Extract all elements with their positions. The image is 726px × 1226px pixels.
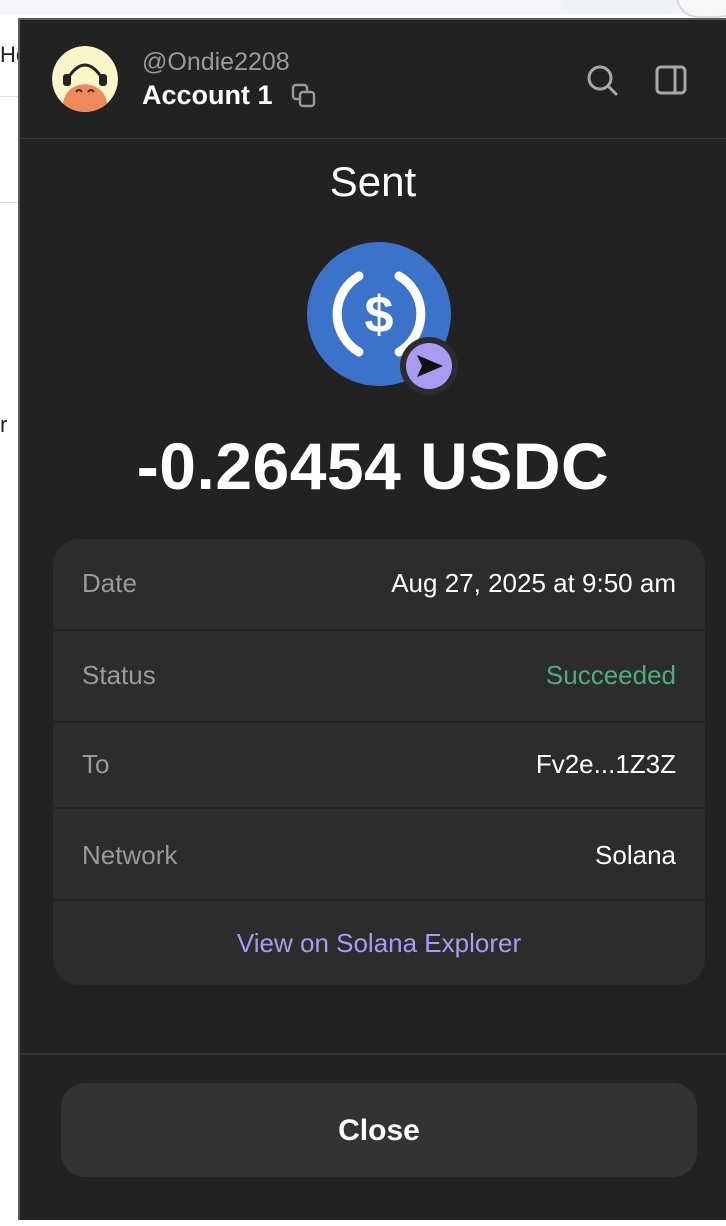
detail-label: Status bbox=[82, 660, 156, 690]
transaction-amount: -0.26454 USDC bbox=[136, 429, 610, 503]
close-button[interactable]: Close bbox=[61, 1083, 697, 1177]
detail-row-to: To Fv2e...1Z3Z bbox=[53, 723, 705, 809]
wallet-panel: @Ondie2208 Account 1 Sent $ -0.26454 USD… bbox=[18, 18, 726, 1220]
address-bar bbox=[560, 0, 680, 14]
sidebar-toggle-icon[interactable] bbox=[654, 63, 688, 97]
wallet-header: @Ondie2208 Account 1 bbox=[20, 20, 726, 139]
avatar[interactable] bbox=[52, 46, 118, 112]
username: @Ondie2208 bbox=[142, 48, 290, 76]
detail-label: Network bbox=[82, 840, 178, 870]
detail-value: Solana bbox=[595, 840, 676, 870]
recipient-address[interactable]: Fv2e...1Z3Z bbox=[536, 749, 676, 780]
detail-row-status: Status Succeeded bbox=[53, 631, 705, 723]
background-divider bbox=[0, 202, 20, 203]
usdc-token-icon: $ bbox=[307, 242, 458, 395]
account-name[interactable]: Account 1 bbox=[142, 80, 273, 111]
transaction-title: Sent bbox=[329, 158, 417, 205]
detail-label: To bbox=[82, 749, 110, 779]
detail-row-date: Date Aug 27, 2025 at 9:50 am bbox=[53, 539, 705, 631]
view-on-explorer-link[interactable]: View on Solana Explorer bbox=[53, 901, 705, 985]
background-page-text: Ho bbox=[0, 42, 20, 67]
status-badge: Succeeded bbox=[545, 660, 676, 690]
svg-text:$: $ bbox=[365, 286, 394, 344]
detail-value: Aug 27, 2025 at 9:50 am bbox=[391, 568, 676, 598]
background-page-text: r bbox=[0, 412, 8, 437]
background-divider bbox=[0, 96, 20, 97]
search-icon[interactable] bbox=[585, 63, 619, 97]
footer-divider bbox=[20, 1053, 726, 1055]
transaction-details-card: Date Aug 27, 2025 at 9:50 am Status Succ… bbox=[53, 539, 705, 985]
copy-icon[interactable] bbox=[290, 82, 318, 110]
browser-top-bar bbox=[0, 0, 726, 18]
browser-profile-button[interactable] bbox=[676, 0, 726, 18]
send-arrow-icon bbox=[400, 337, 458, 395]
detail-row-network: Network Solana bbox=[53, 809, 705, 901]
detail-label: Date bbox=[82, 568, 137, 598]
